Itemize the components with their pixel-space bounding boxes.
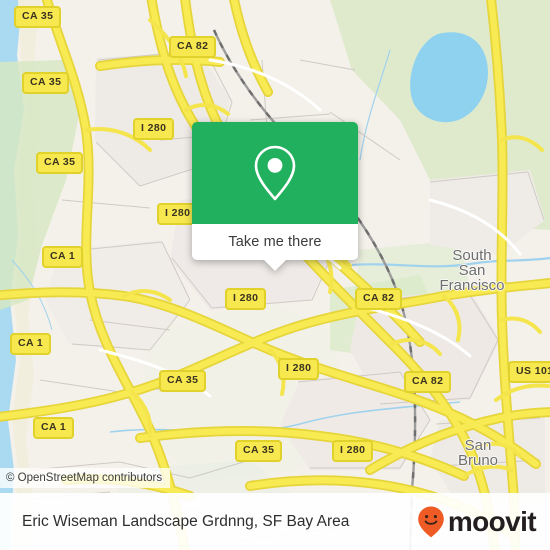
road-shield: CA 35 xyxy=(22,72,70,94)
location-pin-icon xyxy=(254,145,296,201)
road-shield: I 280 xyxy=(133,118,175,140)
moovit-logo[interactable]: moovit xyxy=(416,505,537,539)
road-shield: I 280 xyxy=(332,440,374,462)
road-shield: CA 35 xyxy=(159,370,207,392)
place-callout-card[interactable]: Take me there xyxy=(192,122,358,271)
road-shield: CA 1 xyxy=(42,246,84,268)
road-shield: CA 82 xyxy=(169,36,217,58)
map-canvas[interactable]: CA 35 CA 82 CA 35 I 280 CA 35 I 280 CA 1 I 280 C… xyxy=(0,0,550,550)
take-me-there-label: Take me there xyxy=(228,234,322,250)
road-shield: I 280 xyxy=(278,358,320,380)
moovit-smiley-pin-icon xyxy=(418,506,444,537)
callout-action-area[interactable]: Take me there xyxy=(192,224,358,260)
city-label: South San Francisco xyxy=(439,247,505,294)
road-shield: CA 82 xyxy=(355,288,403,310)
road-shield: CA 35 xyxy=(36,152,84,174)
map-screenshot: CA 35 CA 82 CA 35 I 280 CA 35 I 280 CA 1 I 280 C… xyxy=(0,0,550,550)
place-title: Eric Wiseman Landscape Grdnng, SF Bay Ar… xyxy=(22,512,350,530)
bottom-info-bar: Eric Wiseman Landscape Grdnng, SF Bay Ar… xyxy=(0,493,550,550)
road-shield: US 101 xyxy=(508,361,550,383)
road-shield: CA 35 xyxy=(14,6,62,28)
road-shield: CA 1 xyxy=(10,333,52,355)
road-shield: CA 82 xyxy=(404,371,452,393)
callout-pin-area xyxy=(192,122,358,224)
city-label: San Bruno xyxy=(457,437,499,469)
road-shield: CA 1 xyxy=(33,417,75,439)
osm-attribution[interactable]: © OpenStreetMap contributors xyxy=(0,468,171,488)
road-shield: CA 35 xyxy=(235,440,283,462)
moovit-wordmark: moovit xyxy=(447,505,537,537)
callout-pointer-tail xyxy=(264,260,286,271)
road-shield: I 280 xyxy=(225,288,267,310)
